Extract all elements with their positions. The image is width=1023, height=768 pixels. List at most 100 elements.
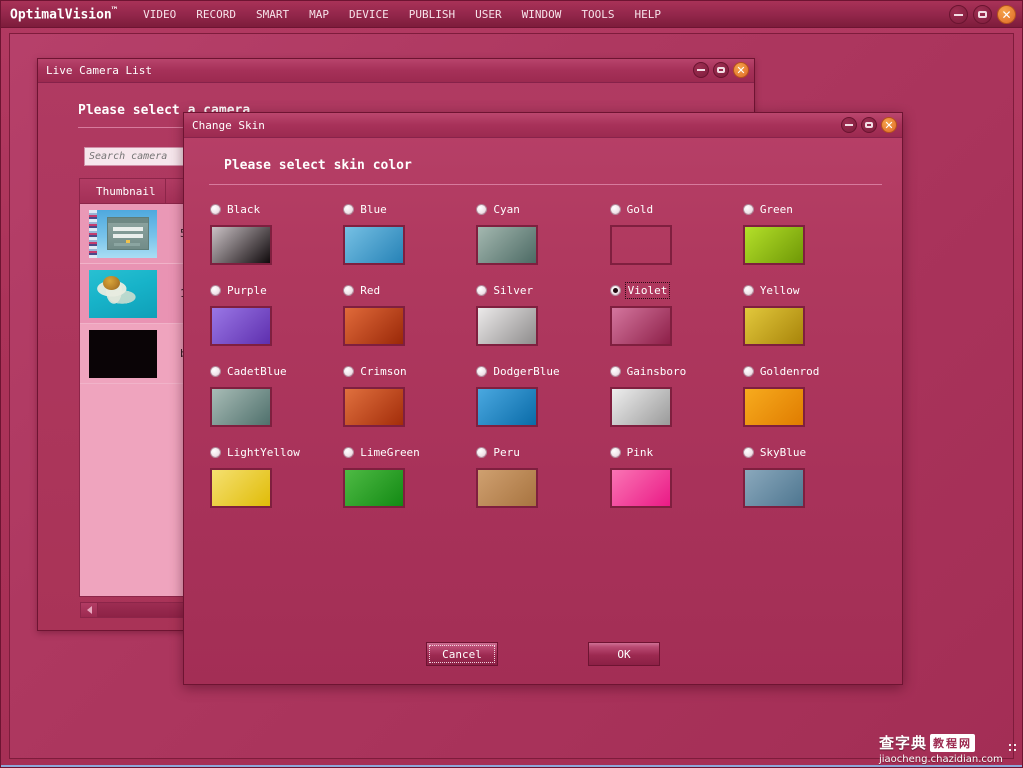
menu-item-smart[interactable]: SMART: [246, 4, 299, 25]
skin-option-line: Gold: [609, 201, 743, 217]
menu-item-publish[interactable]: PUBLISH: [399, 4, 465, 25]
swatch-yellow[interactable]: [742, 306, 805, 346]
live-camera-list-titlebar[interactable]: Live Camera List ✕: [38, 59, 754, 83]
menu-item-device[interactable]: DEVICE: [339, 4, 399, 25]
radio-blue[interactable]: [343, 203, 355, 215]
thumbnail-flower-core: [103, 275, 120, 290]
swatch-green[interactable]: [742, 225, 805, 265]
swatch-skyblue[interactable]: [742, 468, 805, 508]
camera-minimize-button[interactable]: [693, 62, 709, 78]
skin-option-purple[interactable]: Purple: [210, 282, 343, 346]
skin-option-violet[interactable]: Violet: [609, 281, 743, 346]
black-frame-thumbnail: [89, 329, 157, 378]
radio-goldenrod[interactable]: [742, 365, 754, 377]
radio-lightyellow[interactable]: [210, 446, 221, 458]
skin-option-goldenrod[interactable]: Goldenrod: [742, 363, 876, 427]
skin-option-limegreen[interactable]: LimeGreen: [343, 444, 476, 508]
skin-option-gold[interactable]: Gold: [609, 201, 743, 265]
swatch-cadetblue[interactable]: [210, 387, 272, 427]
menu-item-video[interactable]: VIDEO: [133, 4, 186, 25]
radio-violet[interactable]: [609, 284, 621, 296]
radio-pink[interactable]: [609, 446, 621, 458]
radio-gold[interactable]: [609, 203, 621, 215]
skin-option-cadetblue[interactable]: CadetBlue: [210, 363, 343, 427]
skin-label-goldenrod: Goldenrod: [759, 364, 820, 378]
radio-crimson[interactable]: [343, 365, 355, 377]
swatch-gold[interactable]: [609, 225, 672, 265]
swatch-goldenrod[interactable]: [742, 387, 805, 427]
skin-maximize-button[interactable]: [861, 117, 877, 133]
skin-option-crimson[interactable]: Crimson: [343, 363, 476, 427]
camera-maximize-button[interactable]: [713, 62, 729, 78]
scroll-left-button[interactable]: [81, 603, 98, 617]
skin-option-black[interactable]: Black: [210, 201, 343, 265]
close-button[interactable]: ✕: [997, 5, 1016, 24]
skin-color-row: Purple Red Silver Violet Yellow: [210, 281, 876, 346]
menu-item-user[interactable]: USER: [465, 4, 512, 25]
cancel-button[interactable]: Cancel: [426, 642, 498, 666]
skin-option-line: Green: [742, 201, 876, 217]
swatch-red[interactable]: [343, 306, 406, 346]
skin-option-skyblue[interactable]: SkyBlue: [742, 444, 876, 508]
menu-bar: OptimalVision™ VIDEO RECORD SMART MAP DE…: [1, 1, 1022, 28]
skin-label-silver: Silver: [493, 283, 534, 297]
skin-option-cyan[interactable]: Cyan: [476, 201, 609, 265]
skin-option-silver[interactable]: Silver: [476, 282, 609, 346]
swatch-black[interactable]: [210, 225, 272, 265]
radio-red[interactable]: [343, 284, 355, 296]
skin-option-blue[interactable]: Blue: [343, 201, 476, 265]
skin-option-yellow[interactable]: Yellow: [742, 282, 876, 346]
radio-cadetblue[interactable]: [210, 365, 221, 377]
menu-item-window[interactable]: WINDOW: [512, 4, 572, 25]
skin-option-green[interactable]: Green: [742, 201, 876, 265]
swatch-gainsboro[interactable]: [609, 387, 672, 427]
skin-option-line: CadetBlue: [210, 363, 343, 379]
radio-green[interactable]: [742, 203, 754, 215]
skin-option-gainsboro[interactable]: Gainsboro: [609, 363, 743, 427]
swatch-crimson[interactable]: [343, 387, 406, 427]
menu-items: VIDEO RECORD SMART MAP DEVICE PUBLISH US…: [133, 4, 671, 25]
swatch-blue[interactable]: [343, 225, 406, 265]
camera-close-button[interactable]: ✕: [733, 62, 749, 78]
maximize-button[interactable]: [973, 5, 992, 24]
swatch-limegreen[interactable]: [343, 468, 406, 508]
radio-gainsboro[interactable]: [609, 365, 621, 377]
radio-skyblue[interactable]: [742, 446, 754, 458]
skin-option-peru[interactable]: Peru: [476, 444, 609, 508]
radio-yellow[interactable]: [742, 284, 754, 296]
minimize-button[interactable]: [949, 5, 968, 24]
radio-purple[interactable]: [210, 284, 221, 296]
radio-limegreen[interactable]: [343, 446, 355, 458]
skin-option-pink[interactable]: Pink: [609, 444, 743, 508]
swatch-cyan[interactable]: [476, 225, 539, 265]
skin-option-lightyellow[interactable]: LightYellow: [210, 444, 343, 508]
skin-close-button[interactable]: ✕: [881, 117, 897, 133]
swatch-dodgerblue[interactable]: [476, 387, 539, 427]
radio-dodgerblue[interactable]: [476, 365, 488, 377]
app-brand: OptimalVision™: [10, 6, 117, 22]
minimize-icon: [845, 124, 853, 126]
swatch-purple[interactable]: [210, 306, 272, 346]
swatch-silver[interactable]: [476, 306, 539, 346]
radio-black[interactable]: [210, 203, 221, 215]
skin-minimize-button[interactable]: [841, 117, 857, 133]
swatch-violet[interactable]: [609, 306, 672, 346]
menu-item-help[interactable]: HELP: [625, 4, 672, 25]
change-skin-titlebar[interactable]: Change Skin ✕: [184, 113, 902, 138]
skin-option-dodgerblue[interactable]: DodgerBlue: [476, 363, 609, 427]
radio-peru[interactable]: [476, 446, 488, 458]
skin-color-grid: Black Blue Cyan Gold Green Purple Red Si…: [184, 201, 902, 508]
ok-button[interactable]: OK: [588, 642, 660, 666]
skin-option-red[interactable]: Red: [343, 282, 476, 346]
swatch-peru[interactable]: [476, 468, 539, 508]
menu-item-tools[interactable]: TOOLS: [571, 4, 624, 25]
row-thumbnail-cell: [80, 269, 166, 318]
swatch-lightyellow[interactable]: [210, 468, 272, 508]
swatch-pink[interactable]: [609, 468, 672, 508]
menu-item-map[interactable]: MAP: [299, 4, 339, 25]
thumbnail-inner-field-1: [113, 226, 143, 231]
radio-silver[interactable]: [476, 284, 488, 296]
menu-item-record[interactable]: RECORD: [186, 4, 246, 25]
radio-cyan[interactable]: [476, 203, 488, 215]
column-header-thumbnail[interactable]: Thumbnail: [80, 179, 166, 203]
